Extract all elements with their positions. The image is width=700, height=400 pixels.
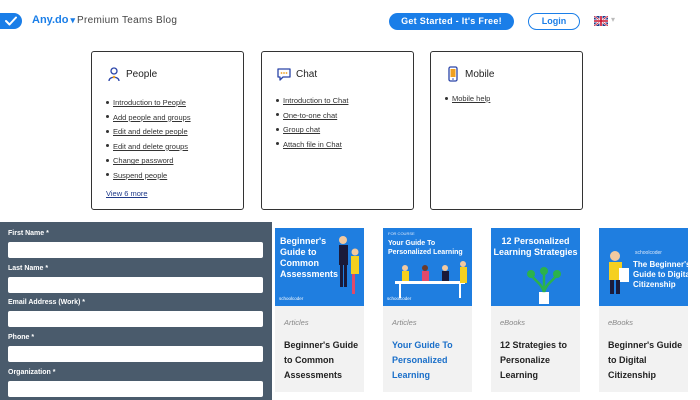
thumbnail-kicker: FOR COURSE <box>388 231 415 236</box>
chat-links: Introduction to Chat One-to-one chat Gro… <box>276 94 348 152</box>
article-card[interactable]: 12 Personalized Learning Strategies eBoo… <box>491 228 580 392</box>
link-edit-delete-people[interactable]: Edit and delete people <box>113 127 188 136</box>
thumbnail-headline: The Beginner's Guide to Digital Citizens… <box>633 260 688 289</box>
link-attach-file-chat[interactable]: Attach file in Chat <box>283 140 342 149</box>
mobile-card: Mobile Mobile help <box>430 51 583 210</box>
chat-card: Chat Introduction to Chat One-to-one cha… <box>261 51 414 210</box>
link-introduction-to-chat[interactable]: Introduction to Chat <box>283 96 348 105</box>
last-name-field: Last Name * <box>8 264 263 293</box>
link-group-chat[interactable]: Group chat <box>283 125 320 134</box>
chat-icon <box>277 68 291 81</box>
article-category: eBooks <box>500 318 526 327</box>
login-button[interactable]: Login <box>528 13 580 30</box>
link-suspend-people[interactable]: Suspend people <box>113 171 167 180</box>
people-card: People Introduction to People Add people… <box>91 51 244 210</box>
first-name-field: First Name * <box>8 229 263 258</box>
link-one-to-one-chat[interactable]: One-to-one chat <box>283 111 337 120</box>
list-item: Suspend people <box>106 169 191 184</box>
blog-title: Premium Teams Blog <box>77 15 178 26</box>
article-title[interactable]: Your Guide To Personalized Learning <box>392 338 472 383</box>
link-mobile-help[interactable]: Mobile help <box>452 94 490 103</box>
article-category: Articles <box>392 318 417 327</box>
list-item: Edit and delete people <box>106 125 191 140</box>
list-item: Introduction to Chat <box>276 94 348 109</box>
phone-input[interactable] <box>8 346 263 362</box>
chevron-down-icon: ▾ <box>70 15 75 25</box>
phone-field: Phone * <box>8 333 263 362</box>
thumbnail-kicker: schoolcoder <box>635 250 662 256</box>
publisher-logo: schoolcoder <box>279 296 304 301</box>
first-name-input[interactable] <box>8 242 263 258</box>
article-title[interactable]: Beginner's Guide to Common Assessments <box>284 338 364 383</box>
thumbnail-headline: 12 Personalized Learning Strategies <box>493 236 578 257</box>
people-icon <box>108 67 120 82</box>
article-card[interactable]: Beginner's Guide to Common Assessments s… <box>275 228 364 392</box>
link-add-people-groups[interactable]: Add people and groups <box>113 113 191 122</box>
list-item: Edit and delete groups <box>106 140 191 155</box>
view-more-link[interactable]: View 6 more <box>106 189 148 198</box>
card-title: People <box>126 69 158 80</box>
email-label: Email Address (Work) * <box>8 299 86 306</box>
list-item: Change password <box>106 154 191 169</box>
list-item: Attach file in Chat <box>276 138 348 153</box>
last-name-input[interactable] <box>8 277 263 293</box>
link-introduction-to-people[interactable]: Introduction to People <box>113 98 186 107</box>
card-title: Mobile <box>465 69 495 80</box>
anydo-logo-icon[interactable] <box>0 13 22 29</box>
mobile-links: Mobile help <box>445 92 490 107</box>
article-title[interactable]: Beginner's Guide to Digital Citizenship <box>608 338 688 383</box>
brand-menu[interactable]: Any.do ▾ <box>32 14 75 26</box>
brand-name: Any.do <box>32 14 69 26</box>
list-item: Mobile help <box>445 92 490 107</box>
article-thumbnail[interactable]: Beginner's Guide to Common Assessments s… <box>275 228 364 306</box>
article-card[interactable]: schoolcoder The Beginner's Guide to Digi… <box>599 228 688 392</box>
last-name-label: Last Name * <box>8 265 49 272</box>
link-change-password[interactable]: Change password <box>113 156 173 165</box>
article-thumbnail[interactable]: schoolcoder The Beginner's Guide to Digi… <box>599 228 688 306</box>
article-card[interactable]: FOR COURSE Your Guide To Personalized Le… <box>383 228 472 392</box>
thumbnail-headline: Beginner's Guide to Common Assessments <box>280 236 339 279</box>
list-item: One-to-one chat <box>276 109 348 124</box>
language-caret-icon[interactable]: ▾ <box>611 15 615 24</box>
uk-flag-icon[interactable] <box>594 16 608 26</box>
plant-illustration <box>527 267 561 304</box>
get-started-button[interactable]: Get Started - It's Free! <box>389 13 514 30</box>
mobile-phone-icon <box>448 66 458 82</box>
card-title: Chat <box>296 69 318 80</box>
article-title[interactable]: 12 Strategies to Personalize Learning <box>500 338 580 383</box>
email-input[interactable] <box>8 311 263 327</box>
article-category: Articles <box>284 318 309 327</box>
article-thumbnail[interactable]: FOR COURSE Your Guide To Personalized Le… <box>383 228 472 306</box>
thumbnail-headline: Your Guide To Personalized Learning <box>388 240 463 256</box>
signup-form: First Name * Last Name * Email Address (… <box>0 222 272 400</box>
person-illustration <box>339 236 359 294</box>
first-name-label: First Name * <box>8 230 49 237</box>
article-thumbnail[interactable]: 12 Personalized Learning Strategies <box>491 228 580 306</box>
phone-label: Phone * <box>8 334 35 341</box>
organization-field: Organization * <box>8 368 263 397</box>
organization-label: Organization * <box>8 369 56 376</box>
list-item: Introduction to People <box>106 96 191 111</box>
top-header: Any.do ▾ Premium Teams Blog Get Started -… <box>0 0 700 42</box>
article-category: eBooks <box>608 318 634 327</box>
student-illustration <box>609 251 629 294</box>
publisher-logo: schoolcoder <box>387 296 412 301</box>
link-edit-delete-groups[interactable]: Edit and delete groups <box>113 142 188 151</box>
list-item: Group chat <box>276 123 348 138</box>
email-field: Email Address (Work) * <box>8 298 263 327</box>
organization-input[interactable] <box>8 381 263 397</box>
people-links: Introduction to People Add people and gr… <box>106 96 191 184</box>
list-item: Add people and groups <box>106 111 191 126</box>
